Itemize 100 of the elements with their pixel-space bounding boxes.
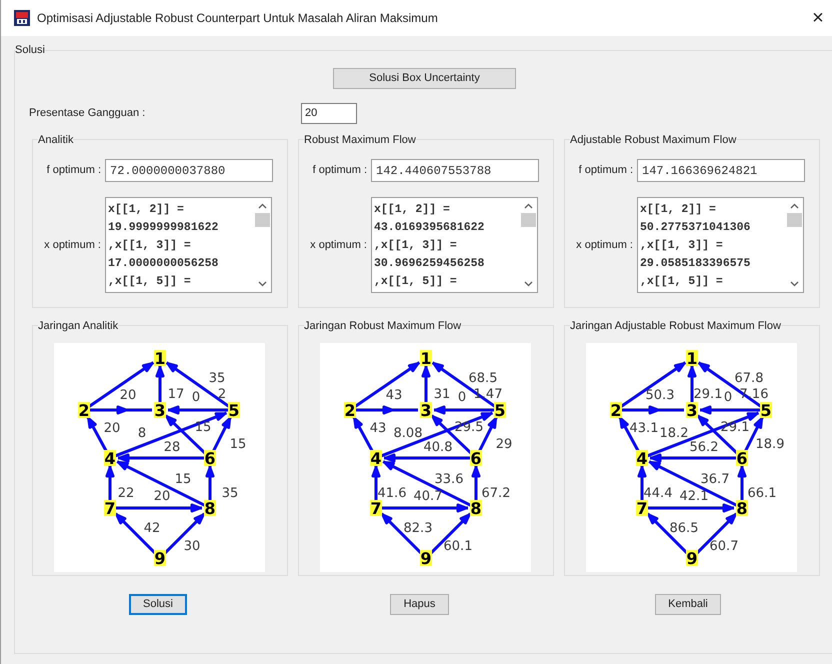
edge-label: 35 xyxy=(208,371,226,386)
x-optimum-label: x optimum : xyxy=(43,238,102,253)
f-optimum-field[interactable]: 147.166369624821 xyxy=(637,159,805,182)
graph-node: 6 xyxy=(736,449,748,468)
scroll-up-icon[interactable] xyxy=(790,203,799,209)
f-optimum-field[interactable]: 72.0000000037880 xyxy=(105,159,273,182)
app-icon xyxy=(14,10,30,26)
edge-label: 41.6 xyxy=(378,486,406,501)
graph-node: 1 xyxy=(420,349,432,368)
graph-node: 1 xyxy=(686,349,698,368)
scroll-thumb[interactable] xyxy=(255,213,270,227)
edge-label: 0 xyxy=(724,390,732,405)
edge-label: 20 xyxy=(120,388,136,403)
graph-node: 7 xyxy=(370,499,382,518)
edge-label: 35 xyxy=(222,486,238,501)
graph-node: 6 xyxy=(470,449,482,468)
edge-label: 82.3 xyxy=(404,521,432,536)
x-optimum-textarea[interactable]: x[[1, 2]] = 50.2775371041306 ,x[[1, 3]] = 29.0585183396575 ,x[[1, 5]] = xyxy=(637,197,804,293)
graph-node: 2 xyxy=(78,401,90,420)
graph-node: 9 xyxy=(420,549,432,568)
edge-label: 15 xyxy=(174,472,192,487)
x-optimum-textarea[interactable]: x[[1, 2]] = 43.0169395681622 ,x[[1, 3]] = 30.9696259456258 ,x[[1, 5]] = xyxy=(371,197,538,293)
panel-title: Jaringan Analitik xyxy=(38,318,118,334)
edge-label: 36.7 xyxy=(700,472,730,487)
text-line: x[[1, 2]] = xyxy=(108,202,185,218)
text-line: 30.9696259456258 xyxy=(374,256,486,272)
action-button[interactable]: Kembali xyxy=(655,594,721,614)
edge-label: 31 xyxy=(434,387,450,402)
edge-label: 60.1 xyxy=(444,539,472,554)
graph-node: 8 xyxy=(204,499,216,518)
edge-label: 18.2 xyxy=(660,426,688,441)
graph-node: 5 xyxy=(760,401,772,420)
edge-label: 0 xyxy=(192,390,200,405)
edge-label: 15 xyxy=(194,420,212,435)
edge-label: 17 xyxy=(168,387,184,402)
scroll-down-icon[interactable] xyxy=(524,281,533,287)
action-button[interactable]: Hapus xyxy=(390,594,449,614)
f-optimum-field[interactable]: 142.440607553788 xyxy=(371,159,539,182)
scroll-thumb[interactable] xyxy=(521,213,536,227)
window-title: Optimisasi Adjustable Robust Counterpart Untuk Masalah Aliran Maksimum xyxy=(37,10,438,27)
scroll-up-icon[interactable] xyxy=(524,203,533,209)
scroll-down-icon[interactable] xyxy=(258,281,267,287)
graph-node: 2 xyxy=(344,401,356,420)
graph-node: 8 xyxy=(470,499,482,518)
panel-title: Jaringan Robust Maximum Flow xyxy=(304,318,462,334)
scroll-down-icon[interactable] xyxy=(790,281,799,287)
f-optimum-label: f optimum : xyxy=(46,163,102,178)
graph-node: 5 xyxy=(228,401,240,420)
edge-label: 28 xyxy=(164,440,180,455)
text-line: ,x[[1, 3]] = xyxy=(374,238,458,254)
text-line: ,x[[1, 3]] = xyxy=(108,238,192,254)
edge-label: 42 xyxy=(144,521,160,536)
edge-label: 18.9 xyxy=(756,437,784,452)
edge-label: 15 xyxy=(230,437,246,452)
text-line: 29.0585183396575 xyxy=(640,256,752,272)
scroll-up-icon[interactable] xyxy=(258,203,267,209)
close-icon[interactable]: × xyxy=(806,8,830,28)
box-uncertainty-button[interactable]: Solusi Box Uncertainty xyxy=(333,68,516,88)
graph-node: 4 xyxy=(636,449,648,468)
edge-label: 0 xyxy=(458,390,466,405)
graph-node: 9 xyxy=(154,549,166,568)
graph-node: 5 xyxy=(494,401,506,420)
panel-title: Jaringan Adjustable Robust Maximum Flow xyxy=(570,318,781,334)
graph-node: 6 xyxy=(204,449,216,468)
graph-node: 7 xyxy=(636,499,648,518)
x-optimum-textarea[interactable]: x[[1, 2]] = 19.9999999981622 ,x[[1, 3]] = 17.0000000056258 ,x[[1, 5]] = xyxy=(105,197,272,293)
text-line: ,x[[1, 5]] = xyxy=(108,274,192,290)
edge-label: 60.7 xyxy=(710,539,738,554)
graph-node: 9 xyxy=(686,549,698,568)
text-line: 19.9999999981622 xyxy=(108,220,220,236)
graph-node: 3 xyxy=(154,401,166,420)
disturbance-field[interactable]: 20 xyxy=(301,102,357,124)
edge-label: 42.1 xyxy=(680,489,708,504)
panel-title: Adjustable Robust Maximum Flow xyxy=(570,132,736,148)
edge-label: 68.5 xyxy=(468,371,498,386)
edge-label: 43.1 xyxy=(630,421,658,436)
panel-title: Robust Maximum Flow xyxy=(304,132,416,148)
edge-label: 67.2 xyxy=(482,486,510,501)
edge-label: 20 xyxy=(104,421,120,436)
text-line: ,x[[1, 5]] = xyxy=(640,274,724,290)
text-line: ,x[[1, 5]] = xyxy=(374,274,458,290)
edge-label: 29 xyxy=(496,437,512,452)
group-title: Solusi xyxy=(15,43,45,58)
edge-label: 43 xyxy=(370,421,386,436)
action-button[interactable]: Solusi xyxy=(129,594,187,614)
panel-title: Analitik xyxy=(38,132,74,148)
f-optimum-label: f optimum : xyxy=(578,163,634,178)
edge-label: 8 xyxy=(138,426,146,441)
scroll-thumb[interactable] xyxy=(787,213,802,227)
edge-label: 43 xyxy=(386,388,402,403)
edge-label: 29.1 xyxy=(720,420,750,435)
graph-node: 1 xyxy=(154,349,166,368)
text-line: x[[1, 2]] = xyxy=(374,202,451,218)
graph-node: 4 xyxy=(104,449,116,468)
graph-node: 8 xyxy=(736,499,748,518)
disturbance-label: Presentase Gangguan : xyxy=(29,106,146,121)
x-optimum-label: x optimum : xyxy=(575,238,634,253)
edge-label: 30 xyxy=(184,539,200,554)
edge-label: 29.5 xyxy=(454,420,484,435)
edge-label: 40.8 xyxy=(424,440,452,455)
